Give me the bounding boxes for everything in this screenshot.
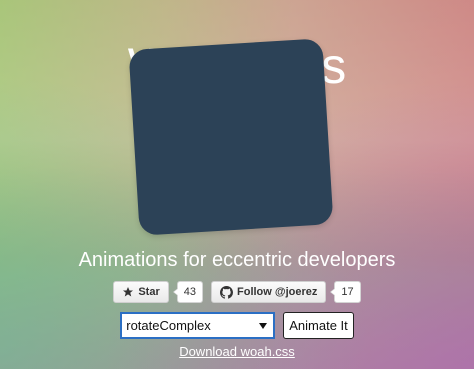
download-link[interactable]: Download woah.css bbox=[179, 344, 295, 359]
chevron-down-icon bbox=[259, 323, 268, 329]
github-buttons: Star 43 Follow @joerez 17 bbox=[0, 281, 474, 303]
download-link-container: Download woah.css bbox=[0, 344, 474, 360]
star-button-label: Star bbox=[138, 286, 160, 298]
github-icon bbox=[220, 285, 233, 299]
follow-button[interactable]: Follow @joerez bbox=[211, 281, 327, 303]
animation-select[interactable]: rotateComplex bbox=[120, 312, 276, 339]
follow-button-label: Follow @joerez bbox=[237, 286, 318, 298]
star-count[interactable]: 43 bbox=[172, 281, 203, 303]
star-icon bbox=[123, 287, 134, 297]
star-button[interactable]: Star bbox=[113, 281, 169, 303]
animation-demo-box bbox=[128, 38, 334, 236]
animation-controls: rotateComplex Animate It bbox=[0, 312, 474, 339]
animate-button[interactable]: Animate It bbox=[283, 312, 354, 339]
animation-select-value: rotateComplex bbox=[126, 318, 211, 333]
github-follow-group: Follow @joerez 17 bbox=[211, 281, 361, 303]
tagline: Animations for eccentric developers bbox=[78, 249, 396, 271]
follow-count[interactable]: 17 bbox=[330, 281, 361, 303]
github-star-group: Star 43 bbox=[113, 281, 203, 303]
